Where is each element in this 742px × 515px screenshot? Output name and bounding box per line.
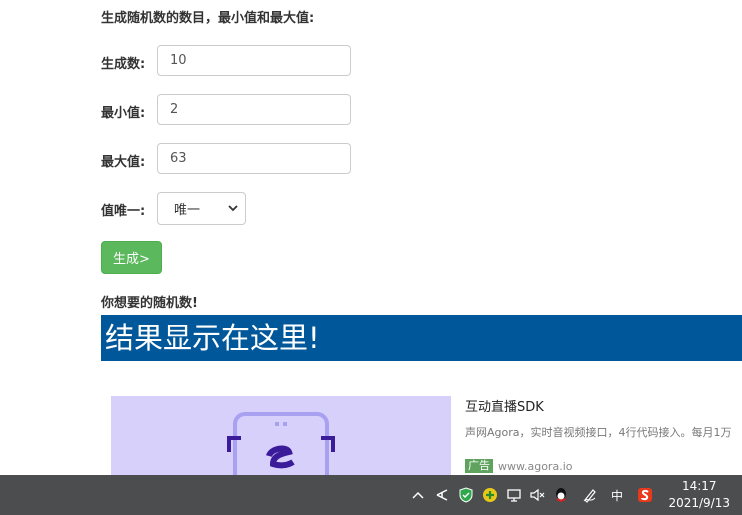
- ad-image[interactable]: [111, 396, 451, 476]
- max-label: 最大值:: [101, 155, 146, 170]
- form-heading: 生成随机数的数目，最小值和最大值:: [101, 11, 315, 26]
- ad-url[interactable]: www.agora.io: [498, 460, 572, 473]
- min-input[interactable]: [157, 94, 351, 125]
- plus-icon[interactable]: [482, 487, 498, 503]
- ad-description: 声网Agora，实时音视频接口，4行代码接入。每月1万: [465, 426, 732, 439]
- ad-badge: 广告: [465, 459, 493, 473]
- clock-time: 14:17: [681, 479, 717, 493]
- pen-icon[interactable]: [582, 487, 598, 503]
- count-input[interactable]: [157, 45, 351, 76]
- taskbar: 中 14:17 2021/9/13: [0, 475, 742, 515]
- chevron-up-icon[interactable]: [410, 487, 426, 503]
- ad-source: 广告 www.agora.io: [465, 459, 572, 473]
- volume-muted-icon[interactable]: [529, 487, 545, 503]
- ad-title[interactable]: 互动直播SDK: [465, 396, 544, 415]
- unique-select-value: 唯一: [174, 203, 201, 218]
- max-input[interactable]: [157, 143, 351, 174]
- unique-label: 值唯一:: [101, 204, 146, 219]
- generate-button[interactable]: 生成>: [101, 241, 162, 274]
- fork-icon[interactable]: [434, 487, 450, 503]
- clock-date: 2021/9/13: [668, 496, 730, 510]
- shield-icon[interactable]: [458, 487, 474, 503]
- qq-icon[interactable]: [553, 487, 569, 503]
- network-icon[interactable]: [506, 487, 522, 503]
- agora-logo-icon: [227, 412, 335, 476]
- result-display: 结果显示在这里!: [101, 315, 742, 361]
- sogou-icon[interactable]: [637, 487, 653, 503]
- unique-select[interactable]: 唯一: [157, 192, 246, 225]
- min-label: 最小值:: [101, 106, 146, 121]
- system-clock[interactable]: 14:17 2021/9/13: [668, 478, 730, 512]
- ime-icon[interactable]: 中: [609, 487, 625, 503]
- count-label: 生成数:: [101, 57, 146, 72]
- result-heading: 你想要的随机数!: [101, 296, 198, 311]
- chevron-down-icon: [228, 205, 238, 212]
